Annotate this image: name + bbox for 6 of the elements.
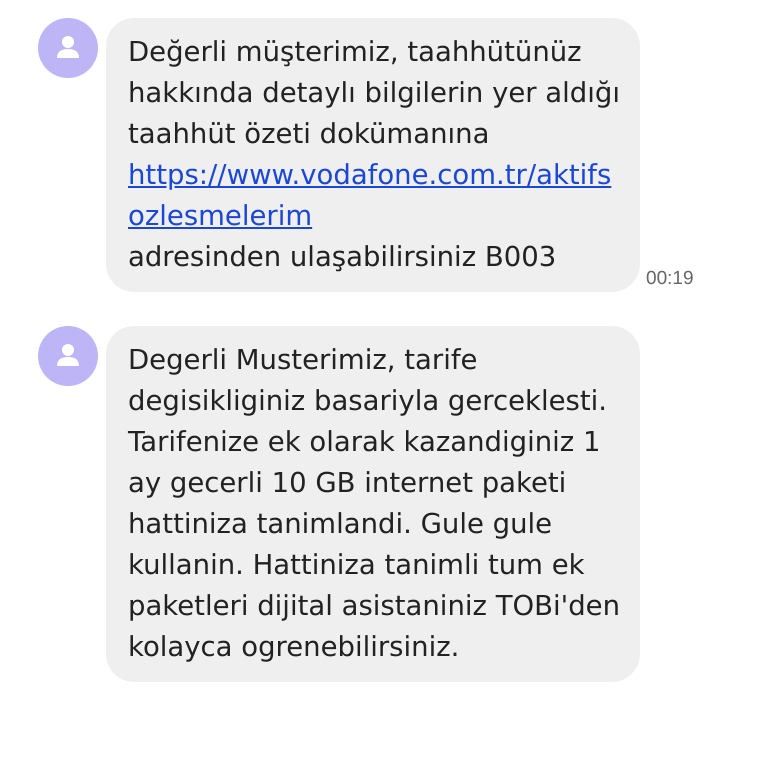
message-bubble: Değerli müşterimiz, taahhütünüz hakkında detaylı bilgilerin yer aldığı taahhüt özeti dokümanına https://www.vodafone.com.tr/aktifsozlesmelerim adresinden ulaşabilirsiniz B003 <box>106 18 640 292</box>
message-time: 00:19 <box>646 268 694 290</box>
avatar-icon <box>38 18 98 78</box>
link[interactable]: https://www.vodafone.com.tr/aktifsozlesmelerim <box>128 155 620 237</box>
message-bubble: Degerli Musterimiz, tarife degisikliginiz basariyla gerceklesti. Tarifenize ek olarak kazandiginiz 1 ay gecerli 10 GB internet paketi hattiniza tanimlandi. Gule gule kullanin. Hattiniza tanimli tum ek paketleri dijital asistaniniz TOBi'den kolayca ogrenebilirsiniz. <box>106 326 640 682</box>
avatar-icon <box>38 326 98 386</box>
